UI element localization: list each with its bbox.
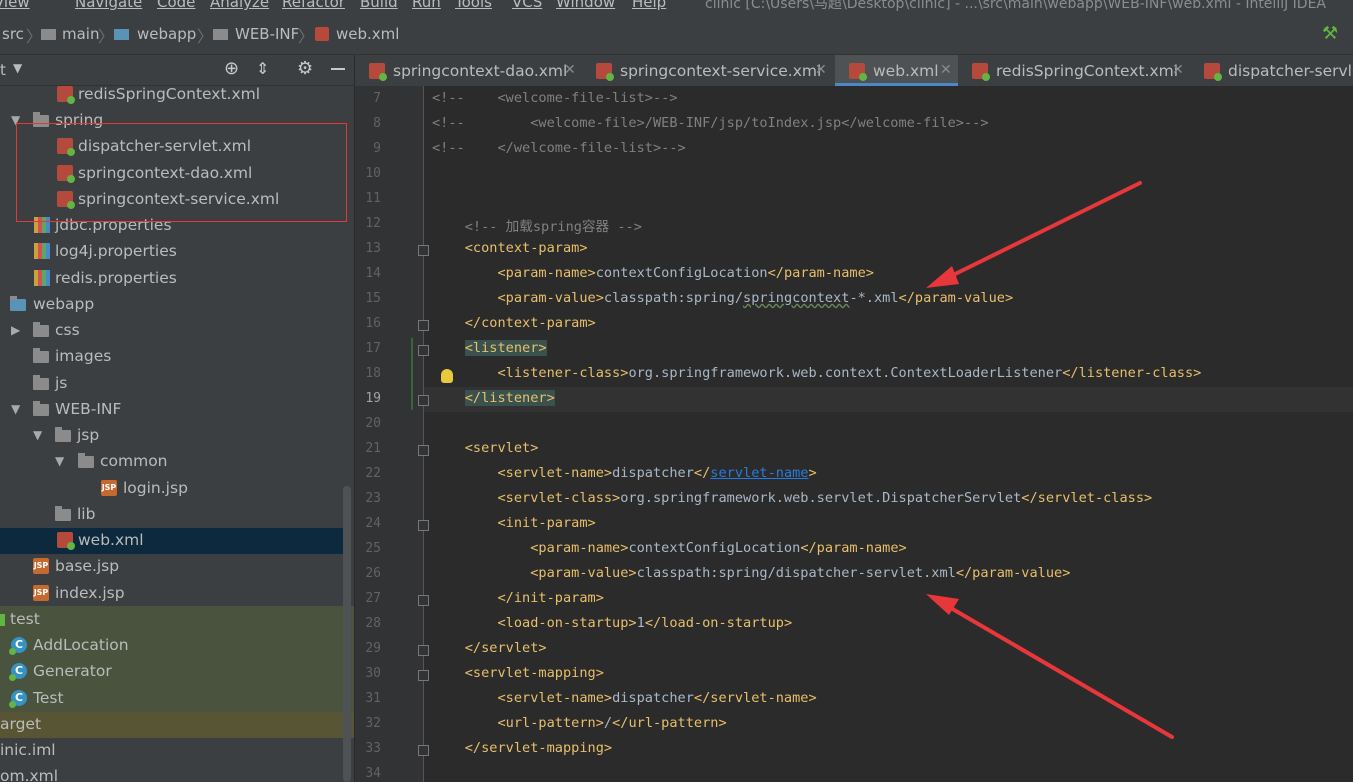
annotation-arrow-top xyxy=(926,181,1142,288)
annotation-arrows xyxy=(926,181,1174,739)
annotation-arrow-bottom xyxy=(926,594,1174,739)
